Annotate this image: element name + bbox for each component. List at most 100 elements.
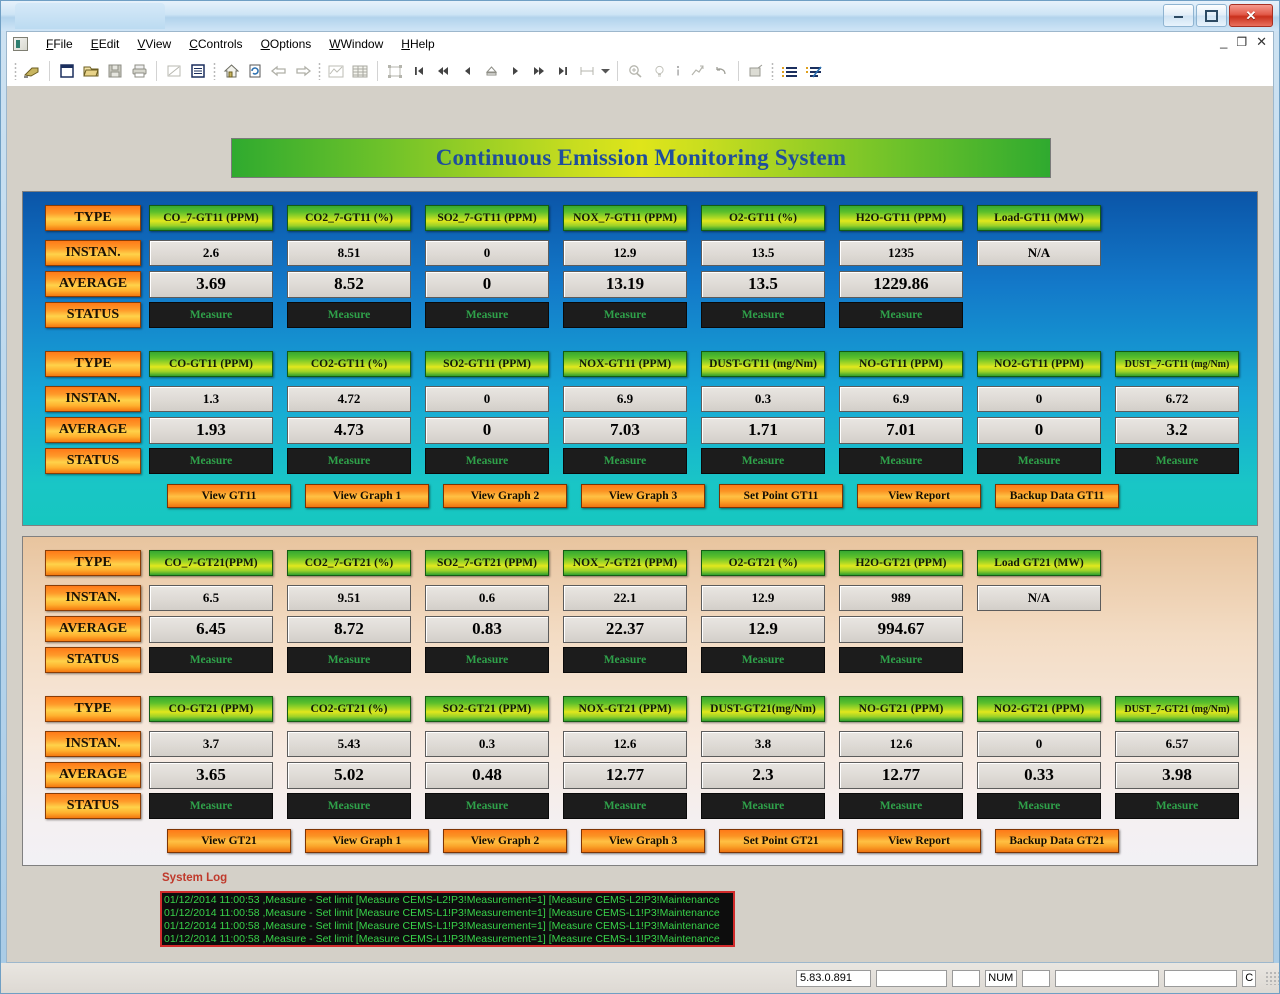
gt21-button-set-point-gt21[interactable]: Set Point GT21	[719, 829, 843, 853]
gt11-b1-type-text: DUST_7-GT11 (mg/Nm)	[1124, 358, 1230, 370]
gt11-b1-type-7[interactable]: DUST_7-GT11 (mg/Nm)	[1115, 351, 1239, 377]
gt11-b1-type-0[interactable]: CO-GT11 (PPM)	[149, 351, 273, 377]
gt21-b0-type-0[interactable]: CO_7-GT21(PPM)	[149, 550, 273, 576]
toolbar-grip[interactable]	[213, 62, 216, 80]
gt21-b1-type-6[interactable]: NO2-GT21 (PPM)	[977, 696, 1101, 722]
pointer-flag-icon[interactable]	[21, 60, 43, 82]
select-region-icon[interactable]	[163, 60, 185, 82]
chart-icon[interactable]	[325, 60, 347, 82]
gt11-button-set-point-gt11[interactable]: Set Point GT11	[719, 484, 843, 508]
dropdown-arrow-icon[interactable]	[600, 60, 611, 82]
previous-icon[interactable]	[456, 60, 478, 82]
gt21-b1-type-1[interactable]: CO2-GT21 (%)	[287, 696, 411, 722]
resize-object-icon[interactable]	[384, 60, 406, 82]
close-button[interactable]: ✕	[1229, 4, 1273, 27]
trend-icon[interactable]	[686, 60, 708, 82]
gt11-b0-type-2[interactable]: SO2_7-GT11 (PPM)	[425, 205, 549, 231]
menu-options[interactable]: OOptions	[252, 35, 321, 53]
gt21-b1-type-7[interactable]: DUST_7-GT21 (mg/Nm)	[1115, 696, 1239, 722]
resize-grip-icon[interactable]	[1265, 971, 1279, 985]
new-document-icon[interactable]	[56, 60, 78, 82]
list-bullets-icon[interactable]	[778, 60, 800, 82]
gt11-b1-type-5[interactable]: NO-GT11 (PPM)	[839, 351, 963, 377]
gt11-b0-type-1[interactable]: CO2_7-GT11 (%)	[287, 205, 411, 231]
menu-file[interactable]: FFile	[37, 35, 82, 53]
list-check-icon[interactable]	[802, 60, 824, 82]
gt21-button-backup-data-gt21[interactable]: Backup Data GT21	[995, 829, 1119, 853]
mdi-close-icon[interactable]: ✕	[1256, 34, 1267, 50]
measure-icon[interactable]	[576, 60, 598, 82]
undo-icon[interactable]	[710, 60, 732, 82]
gt11-button-view-graph-1[interactable]: View Graph 1	[305, 484, 429, 508]
first-record-icon[interactable]	[408, 60, 430, 82]
gt21-b0-type-2[interactable]: SO2_7-GT21 (PPM)	[425, 550, 549, 576]
gt11-button-view-gt11[interactable]: View GT11	[167, 484, 291, 508]
menu-help[interactable]: HHelp	[392, 35, 443, 53]
gt21-b0-type-1[interactable]: CO2_7-GT21 (%)	[287, 550, 411, 576]
gt11-button-view-graph-2[interactable]: View Graph 2	[443, 484, 567, 508]
eject-icon[interactable]	[480, 60, 502, 82]
fast-forward-icon[interactable]	[528, 60, 550, 82]
gt21-button-view-graph-2[interactable]: View Graph 2	[443, 829, 567, 853]
gt21-b0-status-5: Measure	[839, 647, 963, 673]
gt11-b1-type-2[interactable]: SO2-GT11 (PPM)	[425, 351, 549, 377]
open-folder-icon[interactable]	[80, 60, 102, 82]
gt11-b0-type-4[interactable]: O2-GT11 (%)	[701, 205, 825, 231]
gt21-b0-type-6[interactable]: Load GT21 (MW)	[977, 550, 1101, 576]
gt11-b0-type-0[interactable]: CO_7-GT11 (PPM)	[149, 205, 273, 231]
gt21-b1-type-0[interactable]: CO-GT21 (PPM)	[149, 696, 273, 722]
application-icon[interactable]	[13, 36, 28, 51]
properties-list-icon[interactable]	[187, 60, 209, 82]
play-icon[interactable]	[504, 60, 526, 82]
gt11-button-view-graph-3[interactable]: View Graph 3	[581, 484, 705, 508]
gt11-button-backup-data-gt11[interactable]: Backup Data GT11	[995, 484, 1119, 508]
minimize-button[interactable]	[1163, 4, 1194, 27]
open-box-icon[interactable]	[745, 60, 767, 82]
toolbar-grip[interactable]	[14, 62, 17, 80]
gt21-b1-type-3[interactable]: NOX-GT21 (PPM)	[563, 696, 687, 722]
gt21-b1-type-4[interactable]: DUST-GT21(mg/Nm)	[701, 696, 825, 722]
last-record-icon[interactable]	[552, 60, 574, 82]
menu-controls[interactable]: CControls	[180, 35, 251, 53]
gt21-b1-type-5[interactable]: NO-GT21 (PPM)	[839, 696, 963, 722]
gt21-b1-type-2[interactable]: SO2-GT21 (PPM)	[425, 696, 549, 722]
gt21-b0-type-3[interactable]: NOX_7-GT21 (PPM)	[563, 550, 687, 576]
lightbulb-icon[interactable]	[648, 60, 670, 82]
zoom-in-icon[interactable]	[624, 60, 646, 82]
gt11-b0-type-6[interactable]: Load-GT11 (MW)	[977, 205, 1101, 231]
gt21-button-view-graph-1[interactable]: View Graph 1	[305, 829, 429, 853]
gt11-b1-type-6[interactable]: NO2-GT11 (PPM)	[977, 351, 1101, 377]
gt11-b0-type-3[interactable]: NOX_7-GT11 (PPM)	[563, 205, 687, 231]
menu-edit[interactable]: EEdit	[82, 35, 129, 53]
mdi-restore-icon[interactable]: ❐	[1236, 35, 1247, 49]
back-arrow-icon[interactable]	[268, 60, 290, 82]
mdi-minimize-icon[interactable]: _	[1220, 35, 1227, 48]
gt11-b1-type-3[interactable]: NOX-GT11 (PPM)	[563, 351, 687, 377]
grid-row-average: AVERAGE 6.45 8.72 0.83 22.37 12.9 994.67	[23, 615, 1257, 643]
toolbar-grip[interactable]	[318, 62, 321, 80]
gt11-button-view-report[interactable]: View Report	[857, 484, 981, 508]
system-log-box[interactable]: 01/12/2014 11:00:53 ,Measure - Set limit…	[160, 891, 735, 947]
gt21-button-view-report[interactable]: View Report	[857, 829, 981, 853]
refresh-page-icon[interactable]	[244, 60, 266, 82]
gt21-b1-instan-text: 0	[1035, 736, 1043, 751]
forward-arrow-icon[interactable]	[292, 60, 314, 82]
save-disk-icon[interactable]	[104, 60, 126, 82]
maximize-button[interactable]	[1196, 4, 1227, 27]
gt21-button-view-graph-3[interactable]: View Graph 3	[581, 829, 705, 853]
info-icon[interactable]	[672, 60, 684, 82]
gt11-b1-type-1[interactable]: CO2-GT11 (%)	[287, 351, 411, 377]
gt11-b1-type-4[interactable]: DUST-GT11 (mg/Nm)	[701, 351, 825, 377]
menu-window[interactable]: WWindow	[320, 35, 392, 53]
menu-view[interactable]: VView	[128, 35, 180, 53]
gt21-b0-type-4[interactable]: O2-GT21 (%)	[701, 550, 825, 576]
gt21-button-view-gt21[interactable]: View GT21	[167, 829, 291, 853]
toolbar-grip[interactable]	[771, 62, 774, 80]
rewind-icon[interactable]	[432, 60, 454, 82]
print-icon[interactable]	[128, 60, 150, 82]
gt21-b0-type-5[interactable]: H2O-GT21 (PPM)	[839, 550, 963, 576]
table-grid-icon[interactable]	[349, 60, 371, 82]
home-icon[interactable]	[220, 60, 242, 82]
row-label-text: STATUS	[66, 453, 120, 468]
gt11-b0-type-5[interactable]: H2O-GT11 (PPM)	[839, 205, 963, 231]
